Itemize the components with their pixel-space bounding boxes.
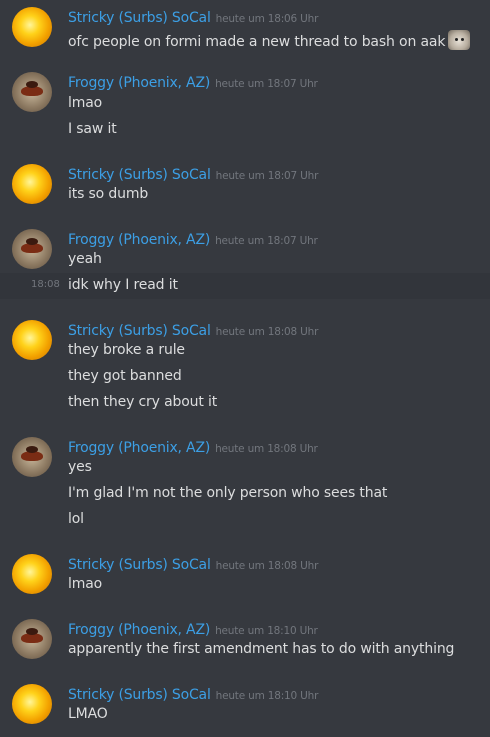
timestamp: heute um 18:08 Uhr bbox=[215, 560, 319, 572]
message-text: I saw it bbox=[68, 121, 117, 137]
message-header: Stricky (Surbs) SoCal heute um 18:06 Uhr bbox=[68, 7, 318, 27]
message-text: they broke a rule bbox=[68, 342, 185, 358]
username[interactable]: Froggy (Phoenix, AZ) bbox=[68, 440, 210, 456]
timestamp: heute um 18:10 Uhr bbox=[215, 625, 318, 637]
message-header: Stricky (Surbs) SoCal heute um 18:08 Uhr bbox=[68, 554, 318, 574]
message-header: Froggy (Phoenix, AZ) heute um 18:07 Uhr bbox=[68, 229, 318, 249]
message-header: Froggy (Phoenix, AZ) heute um 18:10 Uhr bbox=[68, 619, 318, 639]
username[interactable]: Stricky (Surbs) SoCal bbox=[68, 10, 211, 26]
username[interactable]: Froggy (Phoenix, AZ) bbox=[68, 75, 210, 91]
avatar[interactable] bbox=[12, 684, 52, 724]
message-text: lol bbox=[68, 511, 84, 527]
timestamp: heute um 18:08 Uhr bbox=[215, 326, 319, 338]
message-header: Froggy (Phoenix, AZ) heute um 18:08 Uhr bbox=[68, 437, 318, 457]
avatar[interactable] bbox=[12, 320, 52, 360]
hover-timestamp: 18:08 bbox=[31, 279, 60, 290]
avatar[interactable] bbox=[12, 437, 52, 477]
message-text: they got banned bbox=[68, 368, 182, 384]
message-header: Froggy (Phoenix, AZ) heute um 18:07 Uhr bbox=[68, 72, 318, 92]
avatar[interactable] bbox=[12, 164, 52, 204]
username[interactable]: Froggy (Phoenix, AZ) bbox=[68, 232, 210, 248]
message-text: I'm glad I'm not the only person who see… bbox=[68, 485, 388, 501]
message-text: idk why I read it bbox=[68, 277, 178, 293]
timestamp: heute um 18:07 Uhr bbox=[215, 235, 318, 247]
message-text: its so dumb bbox=[68, 186, 149, 202]
timestamp: heute um 18:07 Uhr bbox=[215, 78, 318, 90]
timestamp: heute um 18:08 Uhr bbox=[215, 443, 318, 455]
message-text: LMAO bbox=[68, 706, 108, 722]
message-header: Stricky (Surbs) SoCal heute um 18:10 Uhr bbox=[68, 684, 318, 704]
message-text: yeah bbox=[68, 251, 102, 267]
timestamp: heute um 18:10 Uhr bbox=[215, 690, 319, 702]
message-header: Stricky (Surbs) SoCal heute um 18:07 Uhr bbox=[68, 164, 318, 184]
username[interactable]: Stricky (Surbs) SoCal bbox=[68, 687, 211, 703]
message-text: ofc people on formi made a new thread to… bbox=[68, 30, 471, 50]
message-text: apparently the first amendment has to do… bbox=[68, 641, 455, 657]
message-text: lmao bbox=[68, 576, 103, 592]
message-header: Stricky (Surbs) SoCal heute um 18:08 Uhr bbox=[68, 320, 318, 340]
avatar[interactable] bbox=[12, 7, 52, 47]
username[interactable]: Froggy (Phoenix, AZ) bbox=[68, 622, 210, 638]
avatar[interactable] bbox=[12, 619, 52, 659]
avatar[interactable] bbox=[12, 72, 52, 112]
cat-face-emoji-icon bbox=[448, 30, 471, 50]
message-group: Stricky (Surbs) SoCal heute um 18:06 Uhr … bbox=[0, 0, 490, 60]
message-text: yes bbox=[68, 459, 92, 475]
timestamp: heute um 18:06 Uhr bbox=[215, 13, 319, 25]
timestamp: heute um 18:07 Uhr bbox=[215, 170, 319, 182]
message-text: lmao bbox=[68, 95, 103, 111]
username[interactable]: Stricky (Surbs) SoCal bbox=[68, 167, 211, 183]
username[interactable]: Stricky (Surbs) SoCal bbox=[68, 323, 211, 339]
avatar[interactable] bbox=[12, 554, 52, 594]
avatar[interactable] bbox=[12, 229, 52, 269]
message-text: then they cry about it bbox=[68, 394, 218, 410]
username[interactable]: Stricky (Surbs) SoCal bbox=[68, 557, 211, 573]
